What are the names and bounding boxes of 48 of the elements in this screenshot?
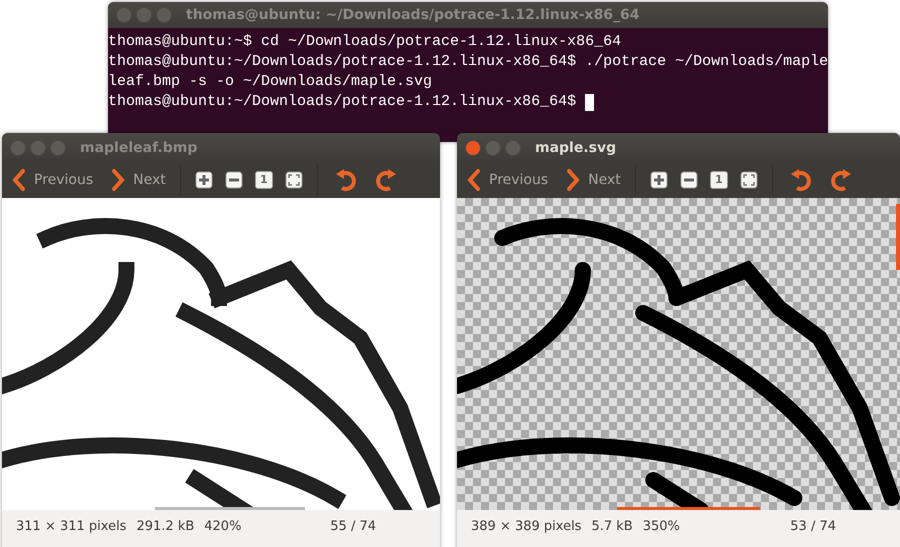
terminal-line: leaf.bmp -s -o ~/Downloads/maple.svg bbox=[108, 72, 432, 92]
image-dimensions: 389 × 389 pixels bbox=[471, 519, 582, 534]
zoom-out-icon[interactable] bbox=[224, 171, 243, 189]
chevron-right-icon bbox=[111, 169, 126, 191]
maximize-icon[interactable] bbox=[50, 140, 66, 156]
zoom-in-icon[interactable] bbox=[650, 171, 668, 189]
scrollbar[interactable] bbox=[617, 507, 760, 510]
window-title: maple.svg bbox=[535, 140, 616, 156]
previous-button[interactable]: Previous bbox=[12, 169, 94, 191]
file-size: 5.7 kB bbox=[591, 519, 633, 534]
fit-icon[interactable] bbox=[740, 171, 758, 189]
terminal-line: thomas@ubuntu:~/Downloads/potrace-1.12.linux-x86_64$ ./potrace ~/Downloads/maple bbox=[108, 52, 828, 72]
window-title: thomas@ubuntu: ~/Downloads/potrace-1.12.linux-x86_64 bbox=[186, 7, 640, 23]
next-button[interactable]: Next bbox=[566, 169, 621, 191]
close-icon[interactable] bbox=[10, 140, 26, 156]
fit-icon[interactable] bbox=[284, 171, 303, 189]
maximize-icon[interactable] bbox=[505, 140, 521, 156]
minimize-icon[interactable] bbox=[485, 140, 501, 156]
chevron-left-icon bbox=[12, 169, 26, 191]
rotate-left-icon[interactable] bbox=[334, 168, 358, 192]
next-button[interactable]: Next bbox=[111, 169, 166, 191]
chevron-left-icon bbox=[467, 169, 481, 191]
rotate-left-icon[interactable] bbox=[788, 168, 813, 192]
image-position: 55 / 74 bbox=[330, 519, 376, 534]
scrollbar[interactable] bbox=[155, 507, 305, 510]
minimize-icon[interactable] bbox=[30, 140, 46, 156]
file-size: 291.2 kB bbox=[136, 519, 194, 534]
normal-size-button[interactable]: 1 bbox=[254, 171, 273, 189]
chevron-right-icon bbox=[566, 169, 580, 191]
scrollbar[interactable] bbox=[896, 204, 900, 270]
rotate-right-icon[interactable] bbox=[374, 168, 398, 192]
cursor-icon bbox=[585, 94, 594, 110]
image-position: 53 / 74 bbox=[790, 519, 836, 534]
zoom-in-icon[interactable] bbox=[194, 171, 213, 189]
maximize-icon[interactable] bbox=[156, 7, 172, 23]
previous-button[interactable]: Previous bbox=[467, 169, 548, 191]
zoom-out-icon[interactable] bbox=[680, 171, 698, 189]
window-title: mapleleaf.bmp bbox=[80, 140, 198, 156]
normal-size-button[interactable]: 1 bbox=[710, 171, 728, 189]
minimize-icon[interactable] bbox=[136, 7, 152, 23]
zoom-level: 350% bbox=[642, 519, 680, 534]
image-dimensions: 311 × 311 pixels bbox=[16, 519, 126, 534]
close-icon[interactable] bbox=[116, 7, 132, 23]
close-icon[interactable] bbox=[465, 140, 481, 156]
terminal-line: thomas@ubuntu:~/Downloads/potrace-1.12.linux-x86_64$ bbox=[108, 92, 578, 112]
terminal-line: thomas@ubuntu:~$ cd ~/Downloads/potrace-1.12.linux-x86_64 bbox=[108, 32, 622, 52]
zoom-level: 420% bbox=[204, 519, 242, 534]
rotate-right-icon[interactable] bbox=[828, 168, 853, 192]
